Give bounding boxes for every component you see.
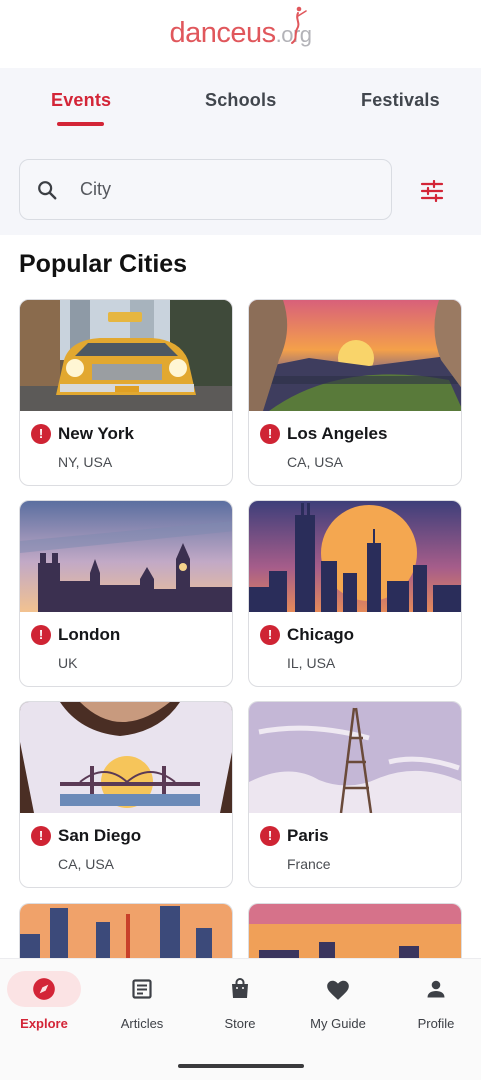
city-skyline-illustration — [249, 904, 461, 959]
bridge-shirt-photo — [20, 702, 232, 813]
city-name: Paris — [287, 826, 329, 845]
nav-articles[interactable]: Articles — [94, 967, 190, 1037]
tab-events[interactable]: Events — [51, 90, 111, 111]
city-card-london[interactable]: ! London UK — [19, 500, 233, 687]
nav-profile[interactable]: Profile — [388, 967, 481, 1037]
nav-icon-container — [7, 971, 81, 1007]
nav-label: My Guide — [310, 1016, 366, 1031]
alert-icon: ! — [260, 826, 280, 846]
nav-icon-container — [203, 971, 277, 1007]
chicago-skyline-illustration — [249, 501, 461, 612]
alert-icon: ! — [31, 625, 51, 645]
nav-icon-container — [301, 971, 375, 1007]
shopping-bag-icon — [232, 978, 248, 998]
city-card-san-diego[interactable]: ! San Diego CA, USA — [19, 701, 233, 888]
nav-label: Articles — [120, 1016, 164, 1031]
nav-icon-container — [399, 971, 473, 1007]
tune-icon — [420, 180, 444, 202]
tab-festivals[interactable]: Festivals — [361, 90, 440, 111]
city-region: NY, USA — [58, 454, 113, 470]
city-name: London — [58, 625, 121, 644]
nav-explore[interactable]: Explore — [0, 967, 92, 1037]
city-card-chicago[interactable]: ! Chicago IL, USA — [248, 500, 462, 687]
nav-icon-container — [105, 971, 179, 1007]
city-skyline-illustration — [20, 904, 232, 959]
city-name: New York — [58, 424, 134, 443]
nav-label: Explore — [20, 1016, 68, 1031]
hollywood-sunset-illustration — [249, 300, 461, 411]
nav-label: Store — [224, 1016, 256, 1031]
city-region: CA, USA — [287, 454, 344, 470]
compass-icon — [33, 978, 55, 1000]
section-title: Popular Cities — [19, 250, 188, 278]
city-search-box[interactable] — [19, 159, 392, 220]
nav-label: Profile — [417, 1016, 455, 1031]
person-icon — [427, 980, 445, 998]
filter-button[interactable] — [416, 175, 448, 207]
city-region: CA, USA — [58, 856, 115, 872]
brand-name: danceus — [169, 16, 276, 49]
city-card-los-angeles[interactable]: ! Los Angeles CA, USA — [248, 299, 462, 486]
alert-icon: ! — [260, 424, 280, 444]
dancer-logo-icon — [291, 6, 308, 44]
article-icon — [132, 979, 152, 999]
bottom-navigation: Explore Articles Store My Guide Profile — [0, 958, 481, 1080]
city-card-paris[interactable]: ! Paris France — [248, 701, 462, 888]
top-panel: Events Schools Festivals — [0, 68, 481, 235]
nav-my-guide[interactable]: My Guide — [290, 967, 386, 1037]
city-region: IL, USA — [287, 655, 336, 671]
heart-icon — [327, 980, 349, 1000]
city-card-new-york[interactable]: ! New York NY, USA — [19, 299, 233, 486]
city-card-partial[interactable] — [19, 903, 233, 959]
tab-bar: Events Schools Festivals — [0, 68, 481, 134]
home-indicator[interactable] — [178, 1064, 304, 1068]
taxi-illustration — [20, 300, 232, 411]
city-search-input[interactable] — [80, 160, 380, 219]
eiffel-tower-illustration — [249, 702, 461, 813]
brand-logo[interactable]: danceus.org — [169, 6, 312, 49]
tab-schools[interactable]: Schools — [205, 90, 276, 111]
search-icon — [38, 181, 57, 200]
alert-icon: ! — [31, 424, 51, 444]
city-name: Chicago — [287, 625, 355, 644]
app-header: danceus.org — [0, 0, 481, 68]
city-name: San Diego — [58, 826, 142, 845]
london-skyline-illustration — [20, 501, 232, 612]
city-region: UK — [58, 655, 78, 671]
city-name: Los Angeles — [287, 424, 388, 443]
active-tab-indicator — [57, 122, 104, 126]
alert-icon: ! — [260, 625, 280, 645]
nav-store[interactable]: Store — [192, 967, 288, 1037]
city-card-partial[interactable] — [248, 903, 462, 959]
city-region: France — [287, 856, 331, 872]
alert-icon: ! — [31, 826, 51, 846]
